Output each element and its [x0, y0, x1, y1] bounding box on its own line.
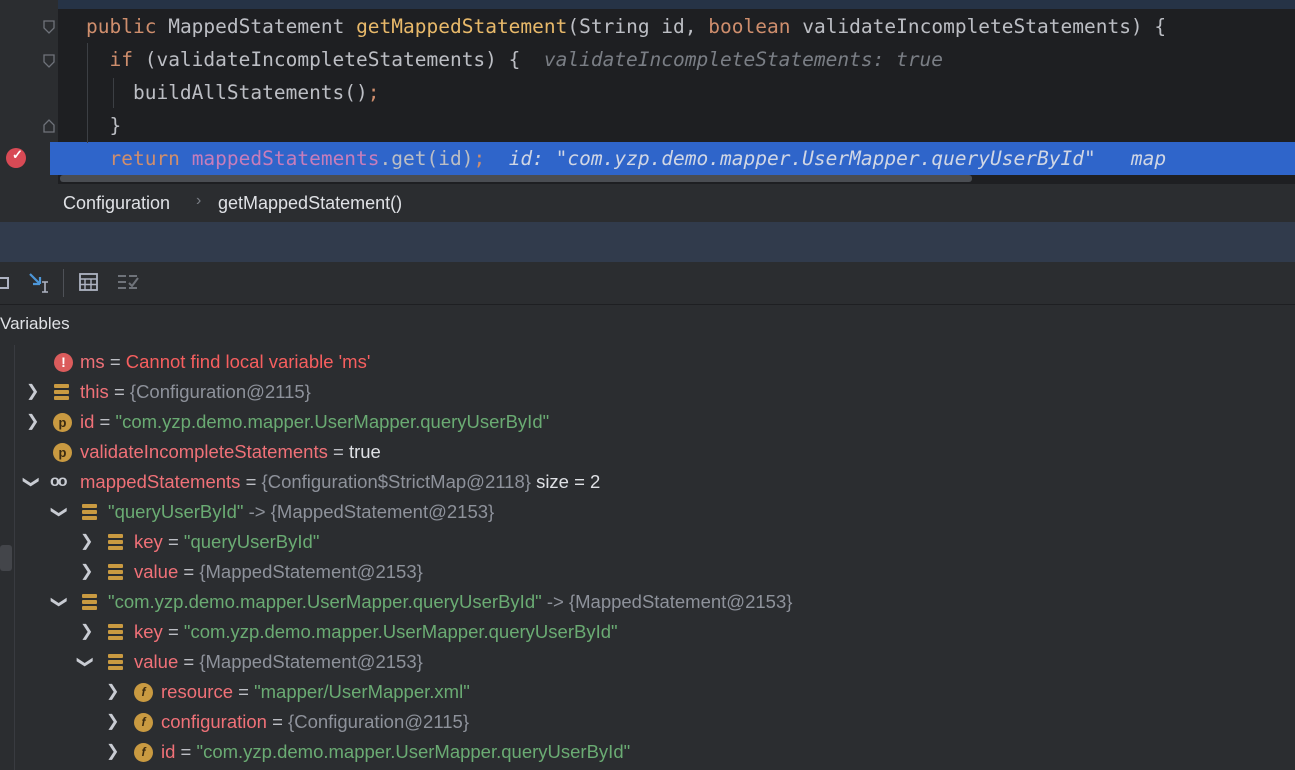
evaluate-expression-icon[interactable] [79, 273, 99, 291]
object-icon [108, 564, 123, 580]
fold-icon[interactable] [43, 54, 55, 68]
variables-tree[interactable]: ! ms = Cannot find local variable 'ms' ❯… [14, 345, 1295, 770]
breakpoint-check-icon: ✓ [12, 147, 23, 162]
object-icon [54, 384, 69, 400]
variables-panel-title: Variables [0, 314, 70, 333]
chevron-right-icon[interactable]: ❯ [80, 617, 93, 647]
chevron-right-icon[interactable]: ❯ [26, 377, 39, 407]
chevron-down-icon[interactable]: ❯ [44, 595, 74, 608]
object-icon [108, 624, 123, 640]
breadcrumb-separator-icon: › [196, 192, 202, 209]
code-line-1: public MappedStatement getMappedStatemen… [86, 15, 1167, 38]
field-icon: f [134, 683, 153, 702]
parameter-icon: p [53, 413, 72, 432]
breadcrumb-item-class[interactable]: Configuration [63, 193, 170, 214]
inline-value-hint: id: "com.yzp.demo.mapper.UserMapper.quer… [508, 147, 1096, 170]
code-line-5: return mappedStatements.get(id); id: "co… [109, 147, 1167, 170]
step-into-cursor-icon[interactable] [28, 272, 52, 294]
horizontal-scrollbar[interactable] [60, 175, 972, 182]
chevron-right-icon[interactable]: ❯ [106, 737, 119, 767]
frames-strip [0, 345, 15, 770]
map-entry-icon [82, 594, 97, 610]
code-line-3: buildAllStatements(); [132, 81, 380, 104]
chevron-down-icon[interactable]: ❯ [16, 475, 46, 488]
restore-layout-icon[interactable] [0, 276, 10, 290]
fold-icon[interactable] [43, 20, 55, 34]
code-line-4: } [109, 114, 122, 137]
object-icon [108, 654, 123, 670]
code-line-2: if (validateIncompleteStatements) { vali… [109, 48, 944, 71]
field-icon: f [134, 743, 153, 762]
field-icon: f [134, 713, 153, 732]
watch-glasses-icon: oo [50, 473, 67, 490]
watch-toggle-icon[interactable] [0, 545, 12, 571]
error-icon: ! [54, 353, 73, 372]
settings-list-icon[interactable] [117, 273, 139, 291]
chevron-down-icon[interactable]: ❯ [44, 505, 74, 518]
chevron-right-icon[interactable]: ❯ [26, 407, 39, 437]
unfold-end-icon[interactable] [43, 119, 55, 133]
toolbar-divider [63, 269, 64, 297]
breadcrumb: Configuration › getMappedStatement() [0, 184, 1295, 223]
parameter-icon: p [53, 443, 72, 462]
chevron-down-icon[interactable]: ❯ [70, 655, 100, 668]
object-icon [108, 534, 123, 550]
editor-top-strip [58, 0, 1295, 9]
chevron-right-icon[interactable]: ❯ [106, 677, 119, 707]
debug-tool-window-header [0, 222, 1295, 262]
chevron-right-icon[interactable]: ❯ [80, 527, 93, 557]
breadcrumb-item-method[interactable]: getMappedStatement() [218, 193, 402, 214]
code-editor[interactable]: ✓ public MappedStatement getMappedStatem… [0, 0, 1295, 184]
chevron-right-icon[interactable]: ❯ [106, 707, 119, 737]
chevron-right-icon[interactable]: ❯ [80, 557, 93, 587]
inline-value-hint: validateIncompleteStatements: true [543, 48, 944, 71]
map-entry-icon [82, 504, 97, 520]
debugger-toolbar [0, 262, 1295, 305]
